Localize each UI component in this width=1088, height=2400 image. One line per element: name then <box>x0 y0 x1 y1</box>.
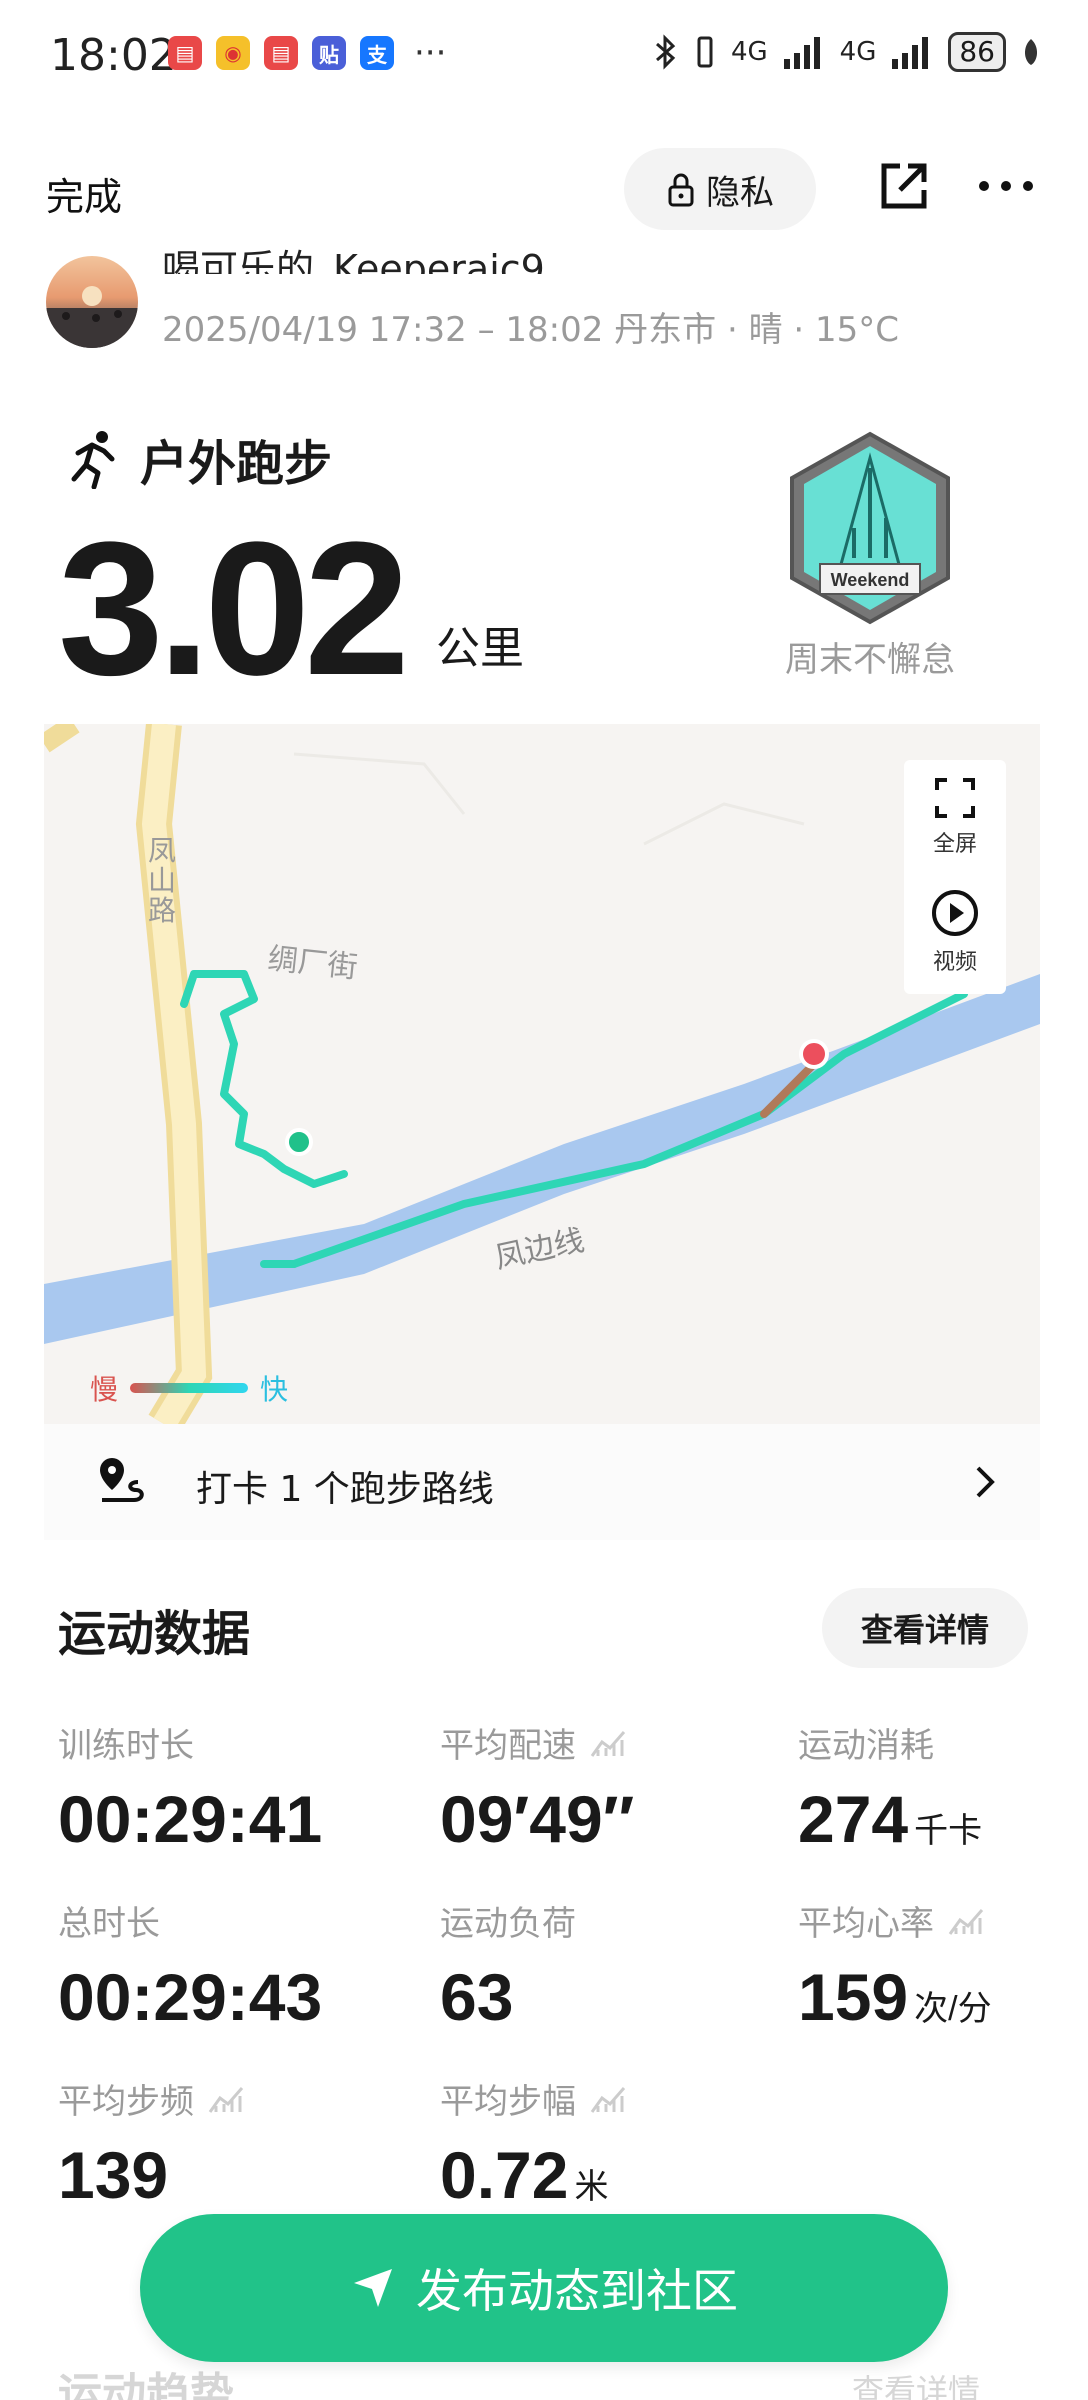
view-details-button[interactable]: 查看详情 <box>822 1588 1028 1668</box>
fullscreen-button[interactable]: 全屏 <box>904 776 1006 858</box>
stat-training-load: 运动负荷 63 <box>440 1896 576 2035</box>
weibo-icon: ◉ <box>216 36 250 70</box>
bluetooth-icon <box>655 34 676 70</box>
more-options-icon[interactable] <box>976 158 1036 214</box>
chevron-right-icon <box>976 1466 995 1498</box>
red-book-icon: ▤ <box>264 36 298 70</box>
video-label: 视频 <box>932 950 977 975</box>
send-icon <box>354 2269 392 2307</box>
distance-value: 3.02 <box>58 503 410 715</box>
workout-summary-page: 18:02 ▤ ◉ ▤ 贴 支 ··· 4G 4G 86 完成 隐私 喝可乐的_… <box>0 0 1088 2400</box>
notification-icons: ▤ ◉ ▤ 贴 支 ··· <box>168 36 446 70</box>
road-label-chouchang: 绸厂街 <box>266 941 360 986</box>
stat-label: 训练时长 <box>58 1726 194 1766</box>
stat-value: 63 <box>440 1960 514 2034</box>
stat-label: 平均配速 <box>440 1726 576 1766</box>
trend-chart-icon <box>208 2086 244 2113</box>
stat-value: 159 <box>798 1960 909 2034</box>
lock-icon <box>668 173 694 207</box>
alipay-icon: 支 <box>360 36 394 70</box>
stat-value: 09′49″ <box>440 1782 635 1856</box>
status-time: 18:02 <box>50 30 177 81</box>
publish-to-community-button[interactable]: 发布动态到社区 <box>140 2214 948 2362</box>
stat-label: 总时长 <box>58 1904 160 1944</box>
username: 喝可乐的_Keeperaic9 <box>162 247 545 274</box>
legend-slow: 慢 <box>90 1373 119 1406</box>
user-info-row: 喝可乐的_Keeperaic9 2025/04/19 17:32 – 18:02… <box>0 247 1088 350</box>
trend-chart-icon <box>590 1730 626 1757</box>
stat-training-duration: 训练时长 00:29:41 <box>58 1718 322 1857</box>
stat-label: 平均步频 <box>58 2082 194 2122</box>
privacy-label: 隐私 <box>706 172 774 213</box>
activity-type: 户外跑步 <box>66 424 332 494</box>
road-label-fengshan: 凤山路 <box>148 834 177 927</box>
signal-4g-label-2: 4G <box>839 37 877 67</box>
map-canvas <box>44 724 1040 1424</box>
stat-label: 运动消耗 <box>798 1726 934 1766</box>
stat-unit: 千卡 <box>914 1812 983 1850</box>
fullscreen-label: 全屏 <box>932 832 977 857</box>
stat-label: 平均步幅 <box>440 2082 576 2122</box>
tieba-icon: 贴 <box>312 36 346 70</box>
stat-value: 00:29:43 <box>58 1960 323 2034</box>
running-icon <box>71 431 115 489</box>
stat-calories: 运动消耗 274 千卡 <box>798 1718 982 1857</box>
avatar-image <box>46 286 138 348</box>
trend-details-link[interactable]: 查看详情 <box>852 2366 980 2400</box>
stat-avg-pace[interactable]: 平均配速 09′49″ <box>440 1718 634 1857</box>
signal-bars-icon <box>783 37 820 69</box>
avatar[interactable] <box>46 256 138 348</box>
badge-label: 周末不懈怠 <box>785 640 955 680</box>
fullscreen-icon <box>935 778 975 818</box>
data-section-title: 运动数据 <box>58 1606 251 1662</box>
more-notifications-icon: ··· <box>414 33 447 73</box>
stat-label: 运动负荷 <box>440 1904 576 1944</box>
pace-gradient-bar <box>130 1383 249 1393</box>
stat-value: 139 <box>58 2138 169 2212</box>
pace-legend: 慢 快 <box>90 1368 288 1408</box>
badge-text: Weekend <box>831 570 910 590</box>
checkin-label: 打卡 1 个跑步路线 <box>196 1469 494 1510</box>
stat-label: 平均心率 <box>798 1904 934 1944</box>
video-button[interactable]: 视频 <box>904 888 1006 976</box>
stat-value: 274 <box>798 1782 909 1856</box>
stat-avg-stride[interactable]: 平均步幅 0.72 米 <box>440 2074 626 2213</box>
weekend-badge-icon[interactable]: Weekend <box>780 428 960 628</box>
signal-bars-icon-2 <box>892 37 929 69</box>
red-book-icon: ▤ <box>168 36 202 70</box>
distance-unit: 公里 <box>436 623 524 674</box>
trend-section-title: 运动趋势 <box>58 2369 234 2400</box>
stat-value: 00:29:41 <box>58 1782 323 1856</box>
stat-total-duration: 总时长 00:29:43 <box>58 1896 322 2035</box>
stat-unit: 米 <box>574 2168 609 2206</box>
top-bar: 完成 隐私 <box>0 140 1088 240</box>
battery-level: 86 <box>948 32 1006 72</box>
workout-meta: 2025/04/19 17:32 – 18:02 丹东市 · 晴 · 15°C <box>162 310 900 350</box>
activity-type-label: 户外跑步 <box>140 436 333 492</box>
route-checkin-row[interactable]: 打卡 1 个跑步路线 <box>44 1424 1040 1540</box>
stat-unit: 次/分 <box>914 1990 992 2028</box>
share-icon[interactable] <box>876 158 932 214</box>
privacy-button[interactable]: 隐私 <box>624 148 816 230</box>
play-icon <box>932 890 978 936</box>
legend-fast: 快 <box>260 1373 289 1406</box>
map-controls: 全屏 视频 <box>904 760 1006 994</box>
route-pin-icon <box>100 1458 144 1502</box>
stat-avg-heart-rate[interactable]: 平均心率 159 次/分 <box>798 1896 992 2035</box>
status-bar: 18:02 ▤ ◉ ▤ 贴 支 ··· 4G 4G 86 <box>0 0 1088 110</box>
system-indicators: 4G 4G 86 <box>653 32 1040 72</box>
trend-chart-icon <box>948 1908 984 1935</box>
leaf-icon <box>1024 39 1038 65</box>
publish-label: 发布动态到社区 <box>416 2264 738 2318</box>
route-map[interactable]: 凤山路 绸厂街 凤边线 全屏 视频 慢 快 <box>44 724 1040 1424</box>
vibrate-icon <box>697 36 713 68</box>
trend-chart-icon <box>590 2086 626 2113</box>
signal-4g-label: 4G <box>730 37 768 67</box>
stat-value: 0.72 <box>440 2138 569 2212</box>
done-button[interactable]: 完成 <box>46 166 122 221</box>
stat-avg-cadence[interactable]: 平均步频 139 <box>58 2074 244 2213</box>
